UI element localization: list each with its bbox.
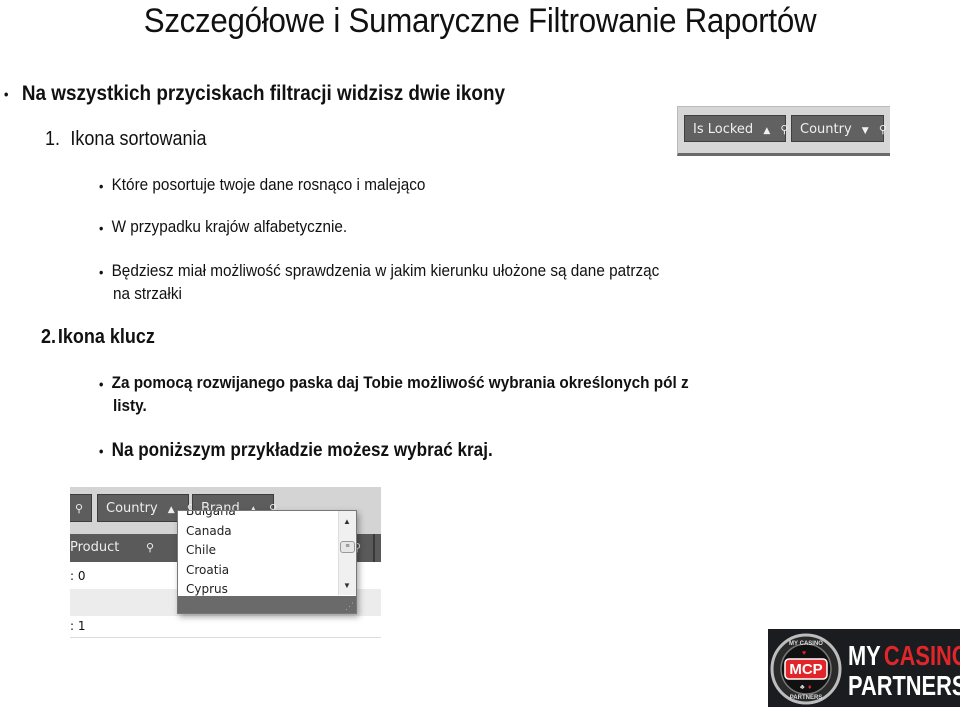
logo-line1-b: CASINO: [884, 640, 960, 671]
intro-line: • Na wszystkich przyciskach filtracji wi…: [4, 82, 505, 106]
scroll-down-arrow-icon[interactable]: ▼: [343, 581, 351, 590]
logo-ring-bottom: PARTNERS: [790, 695, 823, 701]
filter-key-icon[interactable]: ⚲: [75, 502, 83, 515]
svg-text:♦: ♦: [808, 684, 812, 691]
sort-ascending-icon[interactable]: ▲: [168, 505, 175, 515]
section1-title: Ikona sortowania: [70, 128, 207, 150]
filter-key-icon[interactable]: ⚲: [780, 123, 788, 136]
dropdown-list: Bulgaria Canada Chile Croatia Cyprus: [178, 511, 338, 600]
resize-grip-icon[interactable]: ⋰: [345, 601, 354, 612]
dropdown-option[interactable]: Croatia: [178, 561, 338, 581]
filter-dropdown-screenshot: ⚲ Country ▲ ⚲ Brand ▲ ⚲ Product ⚲ ⚲ : 0 …: [70, 487, 381, 640]
svg-text:♥: ♥: [802, 650, 806, 657]
point-text: Za pomocą rozwijanego paska daj Tobie mo…: [111, 373, 689, 392]
section2-heading: 2.Ikona klucz: [41, 326, 155, 349]
page-title: Szczegółowe i Sumaryczne Filtrowanie Rap…: [143, 2, 817, 40]
sort-descending-icon[interactable]: ▼: [862, 126, 869, 136]
country-filter-button[interactable]: Country ▲ ⚲: [97, 494, 195, 522]
intro-text: Na wszystkich przyciskach filtracji widz…: [21, 82, 506, 105]
logo-badge-text: MCP: [789, 661, 822, 678]
section1-point: • Które posortuje twoje dane rosnąco i ma…: [99, 175, 426, 194]
logo-graphic: MCP MY CASINO PARTNERS ♥ ♣ ♦ MY CASINO P…: [770, 633, 960, 705]
section1-number: 1.: [45, 128, 61, 150]
my-casino-partners-logo: MCP MY CASINO PARTNERS ♥ ♣ ♦ MY CASINO P…: [768, 629, 960, 707]
point-text: Na poniższym przykładzie możesz wybrać k…: [111, 440, 493, 461]
button-label: Country: [106, 501, 158, 516]
filter-key-icon[interactable]: ⚲: [146, 534, 154, 562]
section1-heading: 1. Ikona sortowania: [45, 128, 207, 151]
scroll-up-arrow-icon[interactable]: ▲: [343, 517, 351, 526]
section2-title: Ikona klucz: [57, 326, 155, 348]
section2-point: • Na poniższym przykładzie możesz wybrać …: [99, 440, 493, 461]
logo-line2: PARTNERS: [848, 670, 960, 701]
point-text: Będziesz miał możliwość sprawdzenia w ja…: [111, 261, 660, 280]
dropdown-scrollbar[interactable]: ▲ ≡ ▼: [338, 511, 356, 595]
country-filter-button[interactable]: Country ▼ ⚲: [791, 115, 887, 142]
is-locked-filter-button[interactable]: Is Locked ▲ ⚲: [684, 115, 788, 142]
section1-point: • Będziesz miał możliwość sprawdzenia w j…: [99, 261, 660, 280]
point-text: W przypadku krajów alfabetycznie.: [111, 217, 348, 236]
dropdown-option[interactable]: Chile: [178, 541, 338, 561]
bullet: •: [4, 86, 9, 103]
point-text: Które posortuje twoje dane rosnąco i mal…: [111, 175, 426, 194]
section1-point-cont: na strzałki: [113, 284, 182, 303]
sort-buttons-screenshot: Is Locked ▲ ⚲ Country ▼ ⚲: [677, 106, 890, 156]
button-label: Country: [800, 122, 852, 137]
section2-number: 2.: [41, 326, 57, 348]
section1-point: • W przypadku krajów alfabetycznie.: [99, 217, 348, 236]
partial-filter-button[interactable]: ⚲: [70, 494, 92, 522]
filter-key-icon[interactable]: ⚲: [879, 123, 887, 136]
dropdown-option[interactable]: Canada: [178, 522, 338, 542]
button-label: Is Locked: [693, 122, 754, 137]
sort-ascending-icon[interactable]: ▲: [763, 126, 770, 136]
country-dropdown[interactable]: Bulgaria Canada Chile Croatia Cyprus ▲ ≡…: [177, 510, 357, 614]
dropdown-footer: ⋰: [178, 596, 356, 613]
section2-point-cont: listy.: [113, 396, 147, 415]
logo-line1-a: MY: [848, 640, 881, 671]
section2-point: • Za pomocą rozwijanego paska daj Tobie m…: [99, 373, 689, 392]
product-column-header[interactable]: Product: [70, 534, 119, 562]
table-row: : 1: [70, 615, 381, 638]
dropdown-option[interactable]: Bulgaria: [178, 511, 338, 522]
logo-ring-top: MY CASINO: [789, 641, 823, 647]
scroll-thumb[interactable]: ≡: [340, 541, 355, 553]
svg-text:♣: ♣: [800, 684, 805, 691]
